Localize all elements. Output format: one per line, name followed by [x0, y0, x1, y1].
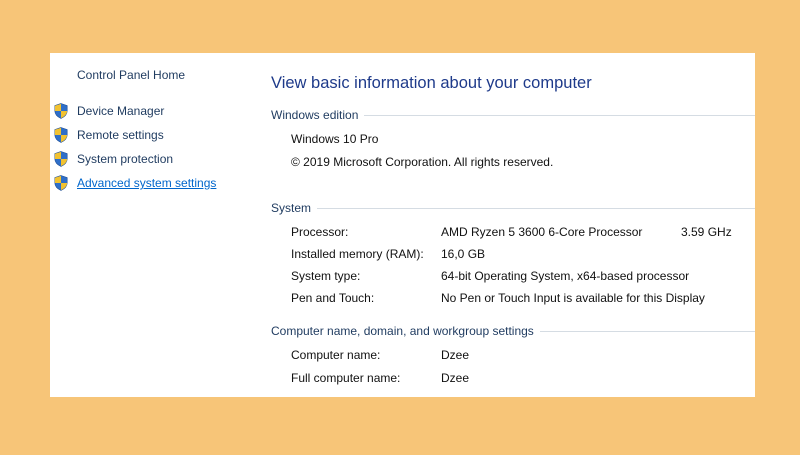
computer-row-name: Computer name: Dzee: [291, 348, 755, 364]
row-label: Installed memory (RAM):: [291, 247, 424, 261]
processor-speed: 3.59 GHz: [681, 225, 732, 239]
section-header-computer-name: Computer name, domain, and workgroup set…: [271, 323, 755, 339]
edition-copyright: © 2019 Microsoft Corporation. All rights…: [291, 155, 554, 169]
row-value: Dzee: [441, 371, 470, 385]
main-content: View basic information about your comput…: [271, 53, 755, 397]
sidebar-item-remote-settings[interactable]: Remote settings: [54, 126, 164, 144]
section-divider: [539, 330, 755, 332]
row-label: System type:: [291, 269, 361, 283]
uac-shield-icon: [54, 151, 68, 167]
sidebar-item-device-manager[interactable]: Device Manager: [54, 102, 164, 120]
system-window: Control Panel Home Device Manager Remote…: [50, 53, 755, 397]
uac-shield-icon: [54, 103, 68, 119]
uac-shield-icon: [54, 127, 68, 143]
section-divider: [317, 207, 755, 209]
row-label: Full computer name:: [291, 371, 401, 385]
section-divider: [364, 114, 755, 116]
system-row-memory: Installed memory (RAM): 16,0 GB: [291, 247, 755, 263]
row-value: No Pen or Touch Input is available for t…: [441, 291, 705, 305]
system-row-type: System type: 64-bit Operating System, x6…: [291, 269, 755, 285]
system-row-processor: Processor: AMD Ryzen 5 3600 6-Core Proce…: [291, 225, 755, 241]
row-value: 16,0 GB: [441, 247, 486, 261]
sidebar-item-label: Remote settings: [77, 128, 164, 142]
system-row-pen-touch: Pen and Touch: No Pen or Touch Input is …: [291, 291, 755, 307]
sidebar-item-label: Device Manager: [77, 104, 165, 118]
sidebar-item-system-protection[interactable]: System protection: [54, 150, 173, 168]
edition-name: Windows 10 Pro: [291, 132, 379, 146]
control-panel-home-link[interactable]: Control Panel Home: [77, 68, 185, 82]
row-value: 64-bit Operating System, x64-based proce…: [441, 269, 690, 283]
sidebar-item-advanced-system-settings[interactable]: Advanced system settings: [54, 174, 216, 192]
section-header-system: System: [271, 200, 755, 216]
row-label: Pen and Touch:: [291, 291, 375, 305]
sidebar-item-label: Advanced system settings: [77, 176, 217, 190]
section-title: Computer name, domain, and workgroup set…: [271, 324, 534, 338]
uac-shield-icon: [54, 175, 68, 191]
row-value: AMD Ryzen 5 3600 6-Core Processor: [441, 225, 643, 239]
computer-row-full-name: Full computer name: Dzee: [291, 371, 755, 387]
row-label: Processor:: [291, 225, 349, 239]
sidebar-item-label: System protection: [77, 152, 174, 166]
section-title: System: [271, 201, 312, 215]
sidebar: Control Panel Home Device Manager Remote…: [50, 53, 255, 397]
page-title: View basic information about your comput…: [271, 74, 592, 92]
row-label: Computer name:: [291, 348, 381, 362]
section-title: Windows edition: [271, 108, 359, 122]
section-header-windows-edition: Windows edition: [271, 107, 755, 123]
row-value: Dzee: [441, 348, 470, 362]
